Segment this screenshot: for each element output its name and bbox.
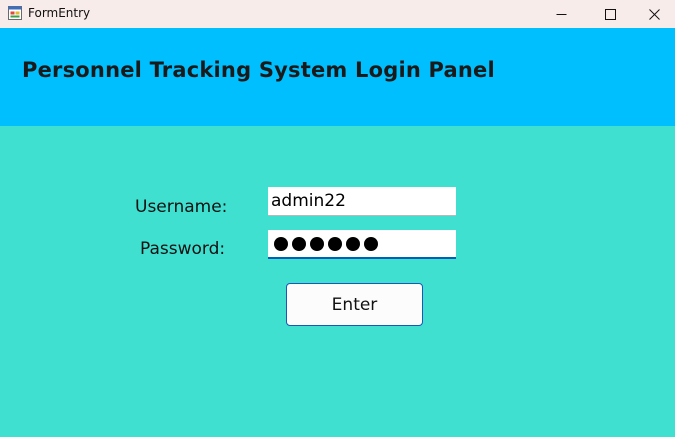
password-label: Password: [140, 239, 226, 259]
password-mask-dot [346, 237, 360, 251]
page-title: Personnel Tracking System Login Panel [22, 58, 495, 82]
title-bar[interactable]: FormEntry [0, 0, 675, 28]
maximize-button[interactable] [587, 0, 633, 28]
username-field[interactable]: admin22 [268, 187, 456, 216]
form-app-icon [8, 6, 22, 20]
enter-button[interactable]: Enter [286, 283, 423, 326]
close-button[interactable] [631, 0, 675, 28]
password-mask-dot [274, 237, 288, 251]
password-mask [274, 237, 378, 251]
password-mask-dot [328, 237, 342, 251]
minimize-button[interactable] [538, 0, 584, 28]
close-icon [648, 8, 660, 20]
minimize-icon [556, 13, 566, 15]
header-banner: Personnel Tracking System Login Panel [0, 28, 675, 126]
username-label: Username: [135, 197, 228, 217]
window-title: FormEntry [28, 6, 91, 20]
form-entry-window: FormEntry Personnel Tracking System Logi… [0, 0, 675, 437]
password-mask-dot [364, 237, 378, 251]
password-field[interactable] [268, 230, 456, 259]
password-mask-dot [292, 237, 306, 251]
maximize-icon [604, 8, 616, 20]
password-mask-dot [310, 237, 324, 251]
